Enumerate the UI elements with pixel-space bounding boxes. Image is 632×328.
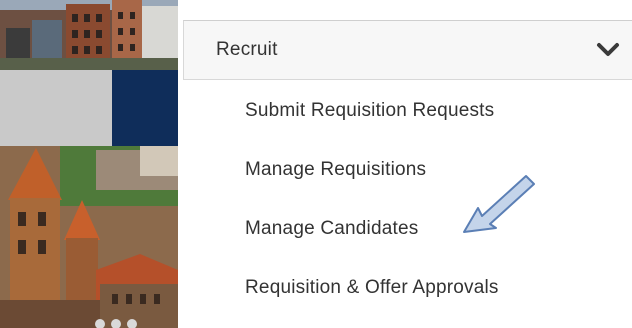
callout-arrow-icon: [463, 175, 535, 233]
chevron-down-icon[interactable]: [596, 41, 620, 59]
page: Recruit Submit Requisition Requests Mana…: [0, 0, 632, 328]
campus-photo-banner: [0, 0, 178, 328]
menu-item-manage-requisitions[interactable]: Manage Requisitions: [245, 159, 426, 181]
menu-item-submit-requisition-requests[interactable]: Submit Requisition Requests: [245, 100, 494, 122]
recruit-menu: Recruit Submit Requisition Requests Mana…: [183, 20, 632, 328]
menu-item-manage-candidates[interactable]: Manage Candidates: [245, 218, 418, 240]
menu-item-requisition-offer-approvals[interactable]: Requisition & Offer Approvals: [245, 277, 499, 299]
recruit-menu-header[interactable]: Recruit: [183, 20, 632, 80]
menu-header-label: Recruit: [216, 39, 278, 60]
